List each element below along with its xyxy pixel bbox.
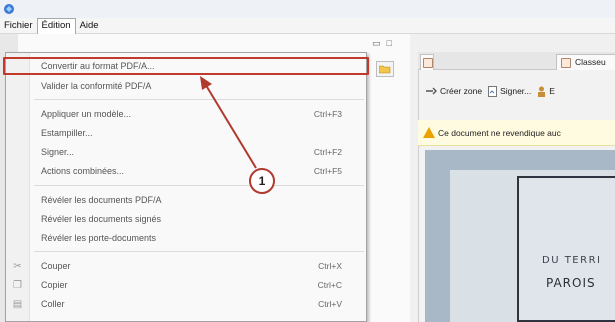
sign-icon (488, 85, 498, 97)
stamp-label: E (549, 86, 555, 96)
create-zone-button[interactable]: Créer zone (426, 86, 482, 96)
menu-item-reveal-portfolios[interactable]: Révéler les porte-documents (6, 229, 366, 247)
callout-number-badge: 1 (249, 168, 275, 194)
maximize-icon[interactable]: □ (387, 38, 392, 49)
menu-item-shortcut: Ctrl+X (318, 261, 342, 271)
callout-arrow (200, 76, 257, 169)
pdf-file-icon (423, 58, 433, 68)
document-frame (517, 176, 615, 322)
warning-icon (423, 127, 435, 138)
menu-bar: Fichier Édition Aide (0, 17, 615, 34)
menu-item-reveal-pdfa[interactable]: Révéler les documents PDF/A (6, 191, 366, 209)
create-zone-label: Créer zone (440, 86, 483, 96)
menu-item-sign[interactable]: Signer... Ctrl+F2 (6, 143, 366, 161)
sign-label: Signer... (500, 86, 532, 96)
menu-item-shortcut: Ctrl+F3 (313, 109, 342, 119)
pane-window-controls: ▭ □ (372, 38, 392, 49)
sign-button[interactable]: Signer... (488, 85, 532, 97)
folder-icon (379, 65, 391, 74)
menu-item-label: Actions combinées... (41, 166, 125, 176)
create-zone-icon (426, 87, 437, 94)
minimize-icon[interactable]: ▭ (372, 38, 381, 49)
highlight-box (3, 57, 369, 75)
paste-icon: ▤ (12, 299, 23, 310)
pdfa-notice-bar: Ce document ne revendique auc (418, 120, 615, 146)
menu-item-reveal-signed[interactable]: Révéler les documents signés (6, 210, 366, 228)
menu-item-cut[interactable]: ✂ Couper Ctrl+X (6, 257, 366, 275)
document-text-line-1: DU TERRI (542, 255, 602, 266)
menu-item-combined-actions[interactable]: Actions combinées... Ctrl+F5 (6, 162, 366, 180)
copy-icon: ❐ (13, 280, 22, 291)
tab-label: Classeu (575, 57, 606, 67)
menu-separator (34, 251, 364, 252)
menu-item-shortcut: Ctrl+C (317, 280, 342, 290)
menu-item-shortcut: Ctrl+V (318, 299, 342, 309)
menu-item-validate-pdfa[interactable]: Valider la conformité PDF/A (6, 77, 366, 95)
menu-item-label: Copier (41, 280, 68, 290)
menu-item-paste[interactable]: ▤ Coller Ctrl+V (6, 295, 366, 313)
menu-item-copy[interactable]: ❐ Copier Ctrl+C (6, 276, 366, 294)
pdf-file-icon (561, 58, 571, 68)
scissors-icon: ✂ (13, 261, 22, 272)
user-stamp-icon (538, 86, 546, 97)
document-tabs: Classeu (418, 52, 615, 70)
menu-item-label: Valider la conformité PDF/A (41, 81, 152, 91)
menu-item-shortcut: Ctrl+F2 (313, 147, 342, 157)
menu-item-label: Appliquer un modèle... (41, 109, 132, 119)
notice-text: Ce document ne revendique auc (438, 128, 561, 138)
menu-item-label: Révéler les documents PDF/A (41, 195, 162, 205)
app-logo-icon (4, 4, 14, 14)
title-bar (0, 0, 615, 18)
menu-item-label: Révéler les documents signés (41, 214, 162, 224)
menu-item-label: Signer... (41, 147, 75, 157)
menu-item-label: Révéler les porte-documents (41, 233, 157, 243)
document-text-line-2: PAROIS (546, 276, 596, 290)
menu-item-stamp[interactable]: Estampiller... (6, 124, 366, 142)
menu-item-label: Coller (41, 299, 65, 309)
edition-dropdown-menu: Convertir au format PDF/A... Valider la … (5, 52, 367, 322)
tab-blank[interactable] (420, 54, 434, 70)
tab-classeur[interactable]: Classeu (556, 54, 615, 70)
menu-edition[interactable]: Édition (36, 17, 76, 34)
menu-separator (34, 185, 364, 186)
menu-aide[interactable]: Aide (76, 18, 103, 34)
stamp-button[interactable]: E (537, 86, 555, 97)
menu-fichier[interactable]: Fichier (0, 18, 37, 34)
document-toolbar: Créer zone Signer... E (418, 80, 615, 102)
open-folder-button[interactable] (376, 61, 394, 77)
menu-item-apply-template[interactable]: Appliquer un modèle... Ctrl+F3 (6, 105, 366, 123)
menu-item-label: Estampiller... (41, 128, 93, 138)
menu-item-label: Couper (41, 261, 71, 271)
menu-item-shortcut: Ctrl+F5 (313, 166, 342, 176)
